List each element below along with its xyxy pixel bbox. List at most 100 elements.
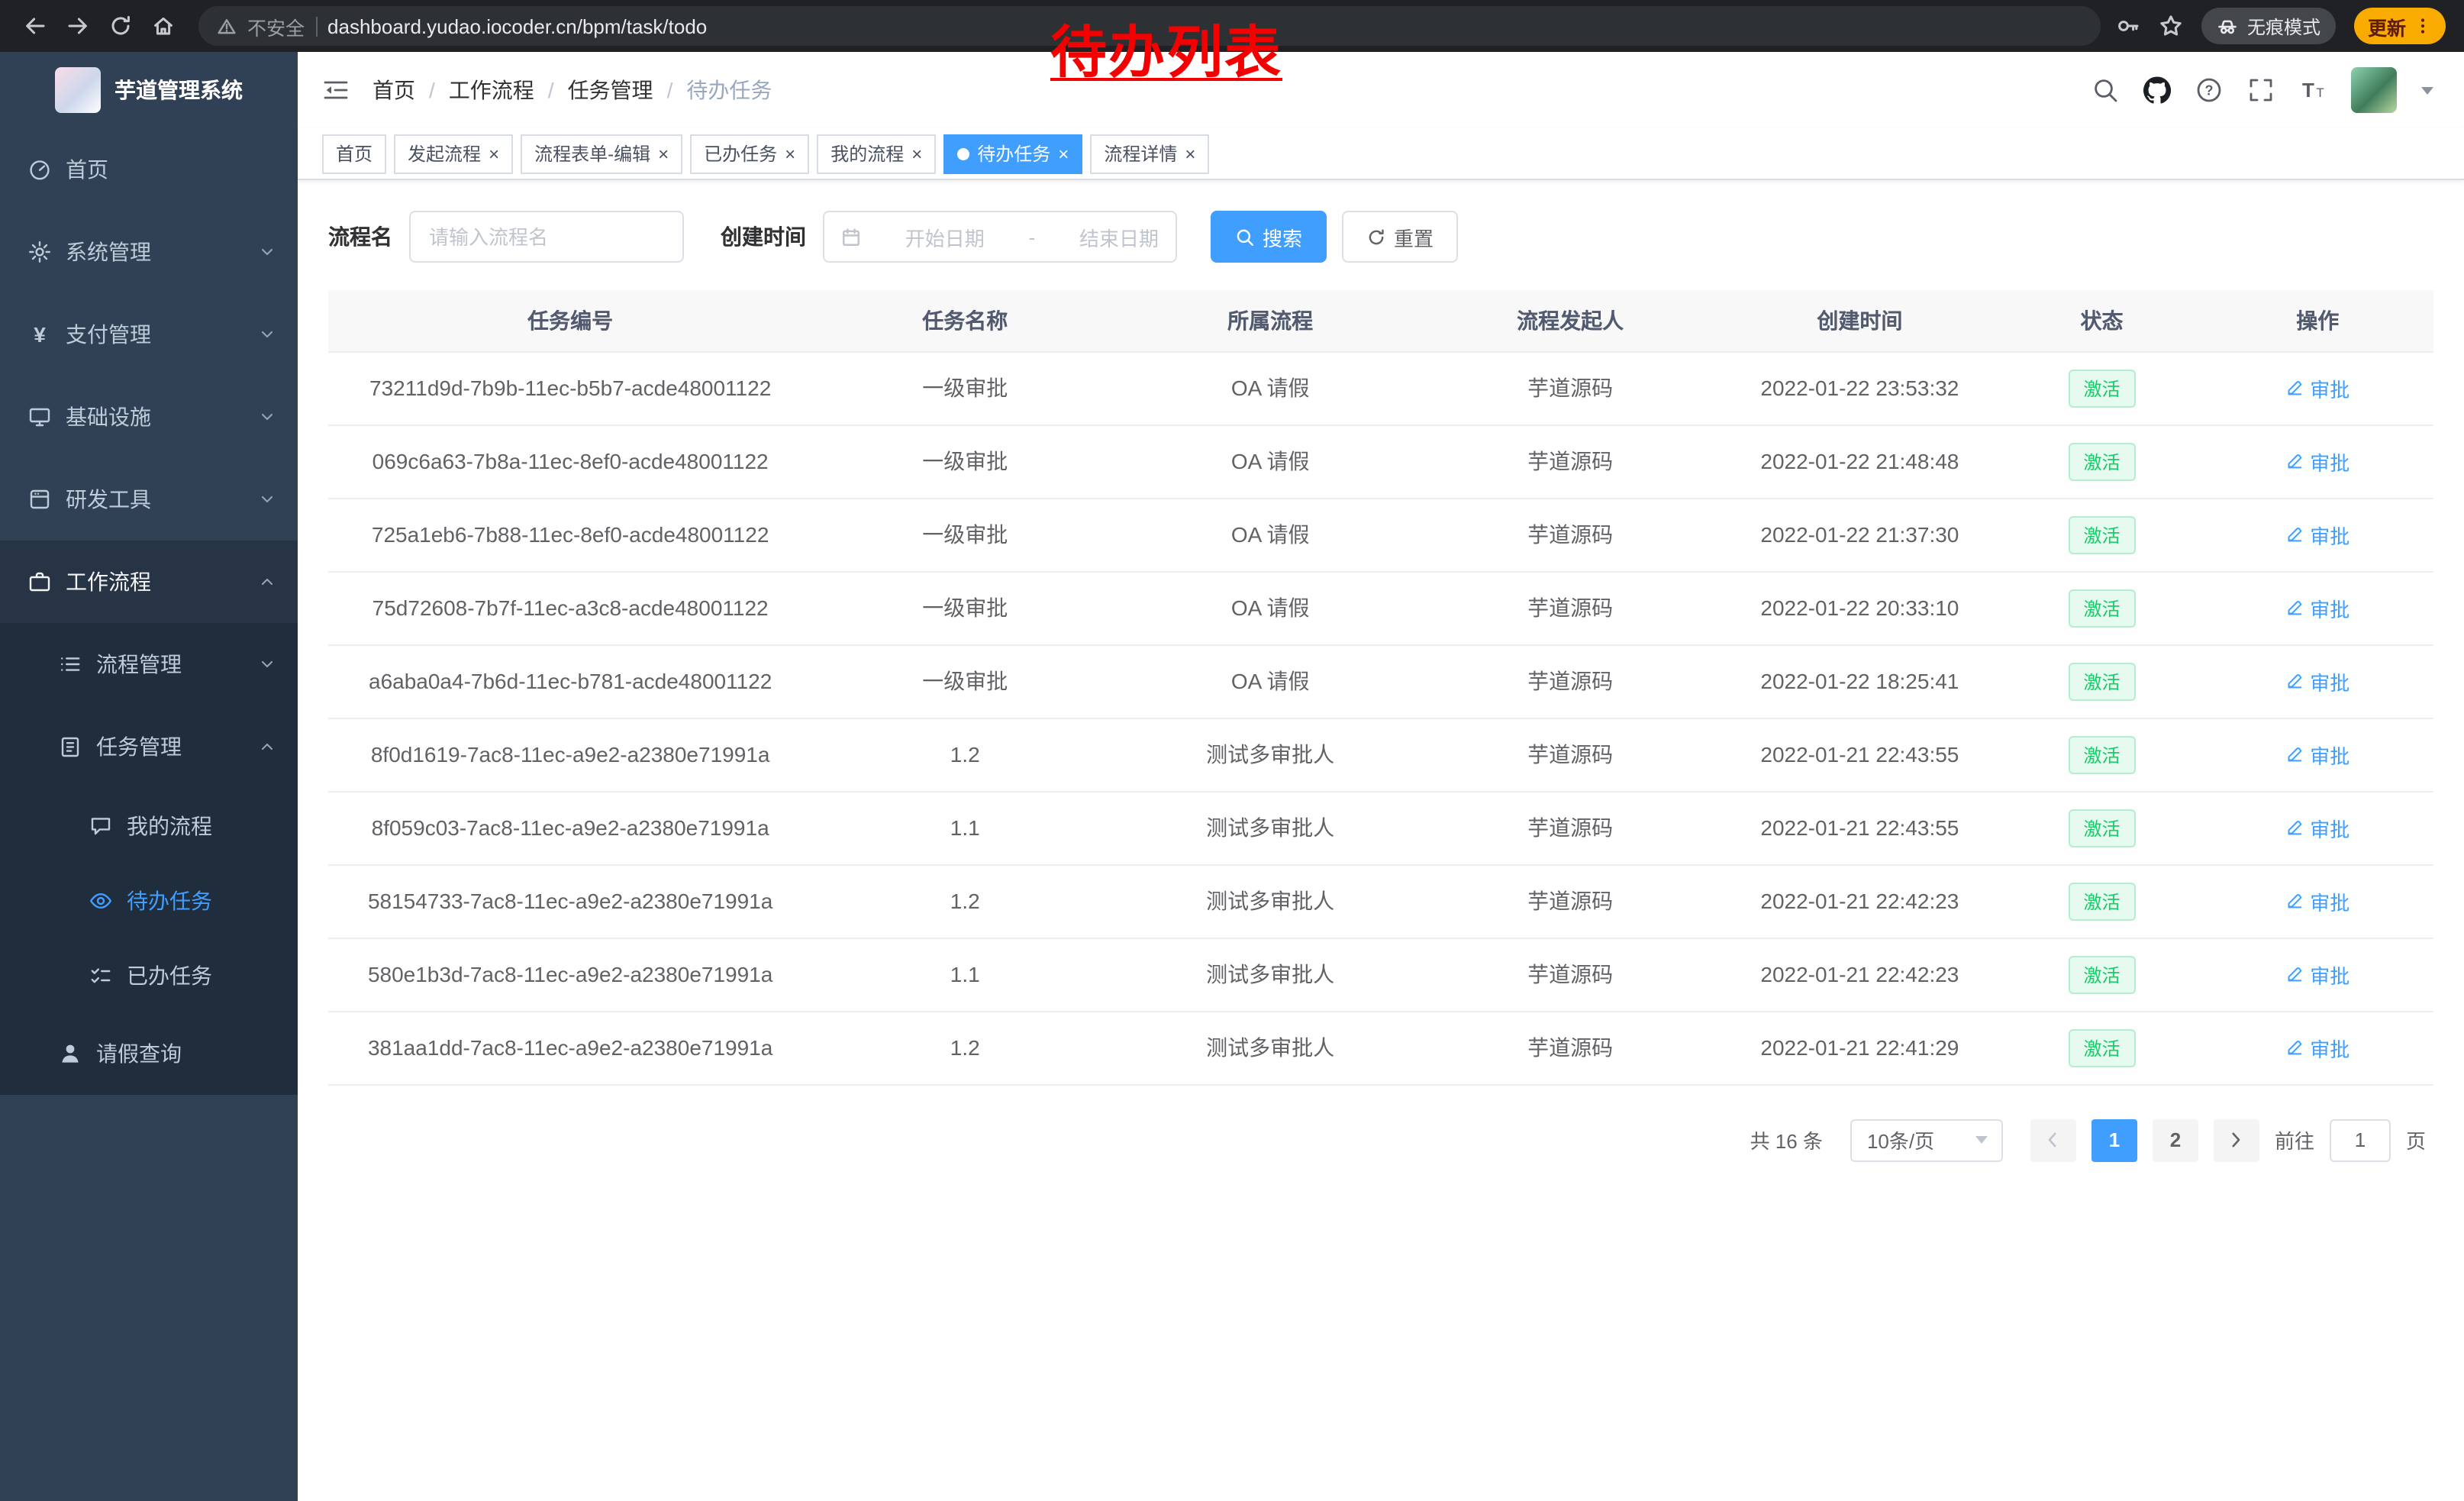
cell-task-id: 381aa1dd-7ac8-11ec-a9e2-a2380e71991a	[328, 1011, 812, 1084]
goto-page-input[interactable]	[2330, 1118, 2391, 1161]
page-button-1[interactable]: 1	[2091, 1118, 2137, 1161]
close-icon[interactable]: ×	[489, 144, 499, 163]
cell-task-name: 1.2	[812, 1011, 1118, 1084]
approve-link[interactable]: 审批	[2285, 373, 2350, 402]
search-icon[interactable]	[2091, 76, 2119, 104]
cell-created: 2022-01-22 18:25:41	[1717, 644, 2001, 718]
avatar-chevron-down-icon[interactable]	[2421, 86, 2433, 94]
font-size-icon[interactable]: TT	[2299, 76, 2327, 104]
close-icon[interactable]: ×	[911, 144, 922, 163]
user-avatar[interactable]	[2351, 67, 2397, 113]
process-name-input[interactable]	[409, 211, 684, 263]
tab-home[interactable]: 首页	[322, 134, 386, 173]
star-icon[interactable]	[2159, 14, 2183, 38]
sidebar-collapse-button[interactable]	[322, 76, 350, 104]
key-icon[interactable]	[2116, 14, 2140, 38]
cell-task-id: 725a1eb6-7b88-11ec-8ef0-acde48001122	[328, 498, 812, 571]
next-page-button[interactable]	[2214, 1118, 2259, 1161]
help-icon[interactable]: ?	[2195, 76, 2223, 104]
breadcrumb-home[interactable]: 首页	[373, 75, 415, 105]
tab-process-detail[interactable]: 流程详情 ×	[1090, 134, 1209, 173]
column-header-actions: 操作	[2202, 290, 2433, 351]
column-header-created: 创建时间	[1717, 290, 2001, 351]
approve-link[interactable]: 审批	[2285, 813, 2350, 842]
close-icon[interactable]: ×	[785, 144, 795, 163]
top-navbar: 首页 / 工作流程 / 任务管理 / 待办任务 ? TT	[298, 52, 2464, 128]
warning-icon	[217, 16, 237, 36]
fullscreen-icon[interactable]	[2247, 76, 2275, 104]
sidebar-item-task-mgmt[interactable]: 任务管理	[0, 705, 298, 788]
svg-text:?: ?	[2205, 82, 2214, 98]
edit-icon	[2285, 672, 2304, 690]
search-button[interactable]: 搜索	[1211, 211, 1327, 263]
cell-status: 激活	[2002, 1011, 2202, 1084]
cell-initiator: 芋道源码	[1423, 718, 1717, 791]
close-icon[interactable]: ×	[658, 144, 669, 163]
edit-icon	[2285, 525, 2304, 544]
approve-link[interactable]: 审批	[2285, 886, 2350, 915]
close-icon[interactable]: ×	[1185, 144, 1195, 163]
security-label: 不安全	[247, 11, 305, 40]
reset-button[interactable]: 重置	[1342, 211, 1458, 263]
tab-start-process[interactable]: 发起流程 ×	[394, 134, 513, 173]
sidebar-item-devtools[interactable]: 研发工具	[0, 458, 298, 541]
cell-task-id: 75d72608-7b7f-11ec-a3c8-acde48001122	[328, 571, 812, 644]
approve-link[interactable]: 审批	[2285, 447, 2350, 476]
status-badge: 激活	[2069, 369, 2136, 407]
home-button[interactable]	[144, 6, 183, 46]
breadcrumb-workflow[interactable]: 工作流程	[449, 75, 534, 105]
cell-status: 激活	[2002, 644, 2202, 718]
sidebar-item-home[interactable]: 首页	[0, 128, 298, 211]
update-button[interactable]: 更新	[2354, 8, 2446, 44]
back-button[interactable]	[15, 6, 55, 46]
cell-process: OA 请假	[1118, 498, 1423, 571]
tab-todo-task[interactable]: 待办任务 ×	[943, 134, 1082, 173]
tags-view: 首页 发起流程 × 流程表单-编辑 × 已办任务 × 我的流程 ×	[298, 128, 2464, 180]
approve-link[interactable]: 审批	[2285, 520, 2350, 549]
page-size-select[interactable]: 10条/页	[1850, 1118, 2003, 1161]
cell-created: 2022-01-22 23:53:32	[1717, 351, 2001, 424]
approve-link[interactable]: 审批	[2285, 667, 2350, 696]
cell-process: OA 请假	[1118, 571, 1423, 644]
prev-page-button[interactable]	[2030, 1118, 2076, 1161]
sidebar-item-my-process[interactable]: 我的流程	[0, 788, 298, 863]
svg-text:T: T	[2316, 86, 2324, 100]
tab-process-form-edit[interactable]: 流程表单-编辑 ×	[521, 134, 682, 173]
goto-label: 前往	[2275, 1125, 2314, 1154]
approve-link[interactable]: 审批	[2285, 1033, 2350, 1062]
approve-link[interactable]: 审批	[2285, 960, 2350, 989]
app-logo[interactable]: 芋道管理系统	[0, 52, 298, 128]
date-range-picker[interactable]: 开始日期 - 结束日期	[823, 211, 1177, 263]
page-button-2[interactable]: 2	[2153, 1118, 2198, 1161]
person-icon	[58, 1041, 82, 1066]
sidebar-item-infrastructure[interactable]: 基础设施	[0, 376, 298, 458]
tab-my-process[interactable]: 我的流程 ×	[817, 134, 936, 173]
sidebar-item-process-mgmt[interactable]: 流程管理	[0, 623, 298, 705]
edit-icon	[2285, 599, 2304, 617]
cell-created: 2022-01-21 22:43:55	[1717, 791, 2001, 864]
approve-link[interactable]: 审批	[2285, 740, 2350, 769]
cell-task-name: 1.1	[812, 938, 1118, 1011]
chrome-actions: 无痕模式 更新	[2116, 8, 2449, 44]
close-icon[interactable]: ×	[1058, 144, 1069, 163]
table-row: 8f0d1619-7ac8-11ec-a9e2-a2380e71991a 1.2…	[328, 718, 2433, 791]
cell-process: 测试多审批人	[1118, 718, 1423, 791]
cell-initiator: 芋道源码	[1423, 571, 1717, 644]
reload-button[interactable]	[101, 6, 140, 46]
approve-link[interactable]: 审批	[2285, 593, 2350, 622]
forward-button[interactable]	[58, 6, 98, 46]
breadcrumb-task-mgmt[interactable]: 任务管理	[568, 75, 653, 105]
github-icon[interactable]	[2143, 76, 2171, 104]
kebab-menu-icon[interactable]	[2414, 17, 2432, 35]
cell-actions: 审批	[2202, 864, 2433, 938]
cell-initiator: 芋道源码	[1423, 864, 1717, 938]
sidebar-item-todo-task[interactable]: 待办任务	[0, 863, 298, 938]
cell-status: 激活	[2002, 938, 2202, 1011]
sidebar-item-done-task[interactable]: 已办任务	[0, 938, 298, 1012]
tab-done-task[interactable]: 已办任务 ×	[690, 134, 809, 173]
sidebar-item-payment[interactable]: ¥ 支付管理	[0, 293, 298, 376]
sidebar-item-leave-query[interactable]: 请假查询	[0, 1012, 298, 1095]
goto-unit: 页	[2406, 1125, 2426, 1154]
sidebar-item-system[interactable]: 系统管理	[0, 211, 298, 293]
sidebar-item-workflow[interactable]: 工作流程	[0, 541, 298, 623]
